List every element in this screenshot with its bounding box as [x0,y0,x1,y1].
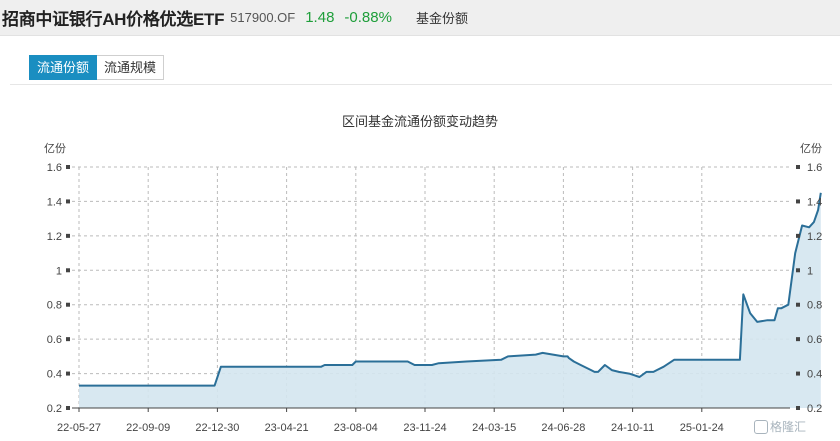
series-line [79,192,822,387]
gelonghui-logo-icon [754,419,768,434]
y-tick-marker-left [66,199,70,204]
y-tick-label-left: 0.8 [47,300,62,312]
chart-title: 区间基金流通份额变动趋势 [342,114,498,129]
y-tick-label-left: 1.6 [47,162,62,174]
y-tick-label-left: 1.2 [47,231,62,243]
share-trend-chart: 区间基金流通份额变动趋势 亿份 亿份 0.2 0.2 0.4 0.4 0.6 0.6 0.8… [44,114,822,434]
y-tick-marker-left [66,268,70,273]
x-tick-label: 24-10-11 [611,422,654,434]
y-tick-marker-left [66,165,70,169]
y-unit-left: 亿份 [44,142,66,155]
y-tick-label-right: 1.2 [807,231,822,243]
y-tick-marker-left [66,371,70,376]
y-tick-label-right: 0.8 [807,300,822,312]
y-tick-marker-right [796,337,800,342]
x-tick-label: 25-01-24 [680,422,724,434]
watermark-text: 格隆汇 [770,420,807,434]
x-tick-label: 23-04-21 [265,422,309,434]
y-tick-label-left: 1 [56,265,62,277]
x-tick-label: 24-06-28 [541,422,585,434]
y-tick-marker-right [796,302,800,307]
y-tick-marker-left [66,337,70,342]
series-area-fill [79,192,821,408]
watermark: 格隆汇 [754,418,806,435]
x-tick-label: 24-03-15 [472,422,516,434]
y-tick-marker-right [796,233,800,238]
y-tick-label-right: 0.4 [807,369,822,381]
y-tick-label-right: 0.2 [807,403,822,415]
y-tick-label-left: 0.6 [47,334,62,346]
y-tick-marker-left [66,302,70,307]
y-tick-label-right: 1 [807,265,813,277]
y-tick-marker-left [66,233,70,238]
y-tick-label-left: 0.4 [47,369,62,381]
y-tick-marker-right [796,199,800,204]
y-tick-marker-left [66,406,70,410]
x-tick-label: 23-11-24 [403,422,446,434]
x-tick-label: 22-05-27 [57,422,101,434]
y-unit-right: 亿份 [800,142,822,155]
x-tick-label: 22-12-30 [195,422,239,434]
y-tick-label-right: 1.6 [807,162,822,174]
x-tick-label: 22-09-09 [126,422,170,434]
y-tick-label-right: 0.6 [807,334,822,346]
y-tick-marker-right [796,165,800,169]
y-tick-label-right: 1.4 [807,196,822,208]
y-tick-marker-right [796,406,800,410]
y-tick-marker-right [796,371,800,376]
y-tick-label-left: 1.4 [47,196,62,208]
y-tick-marker-right [796,268,800,273]
y-tick-label-left: 0.2 [47,403,62,415]
x-tick-label: 23-08-04 [334,422,378,434]
